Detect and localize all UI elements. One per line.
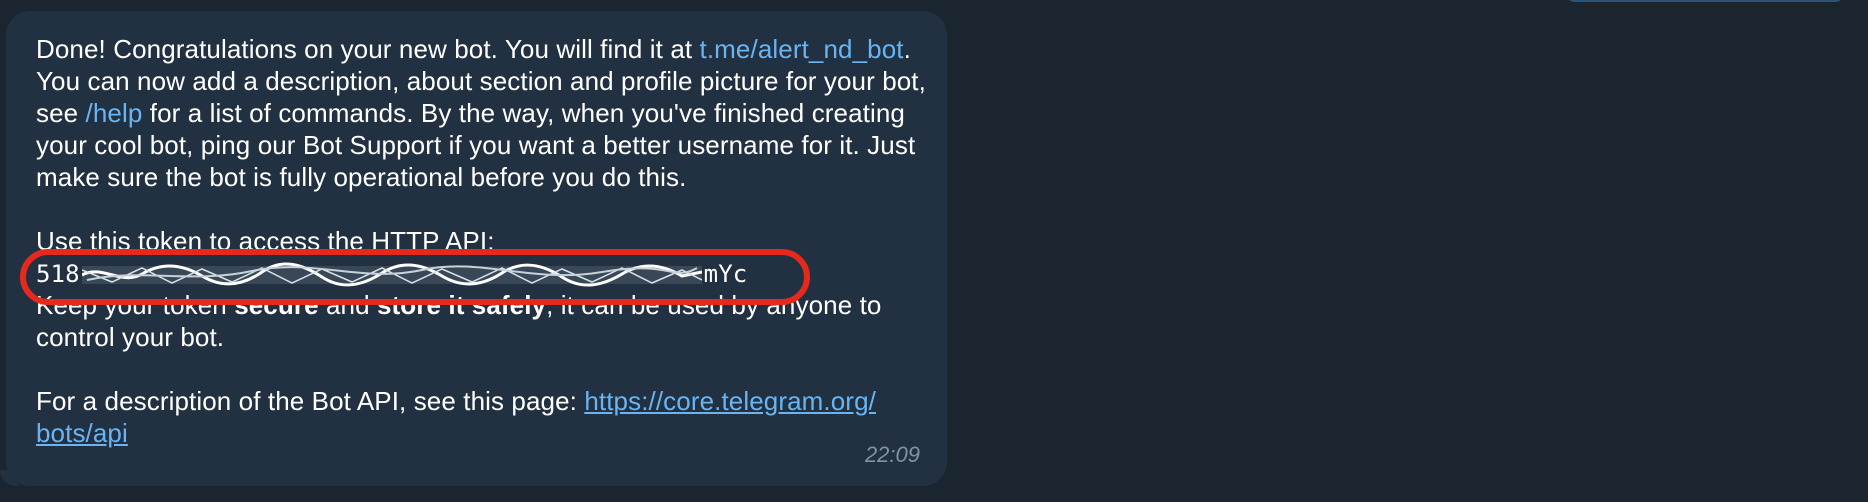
secure-text-a: Keep your token bbox=[36, 290, 235, 320]
help-command-link[interactable]: /help bbox=[86, 98, 143, 128]
scribble-redaction-icon bbox=[81, 262, 702, 287]
token-suffix: mYc bbox=[703, 260, 748, 288]
store-safely-bold: store it safely bbox=[376, 290, 547, 320]
paragraph-intro: Done! Congratulations on your new bot. Y… bbox=[36, 33, 931, 193]
secure-bold: secure bbox=[234, 290, 319, 320]
token-heading: Use this token to access the HTTP API: bbox=[36, 226, 495, 256]
secure-text-mid: and bbox=[318, 290, 377, 320]
bot-message-bubble: Done! Congratulations on your new bot. Y… bbox=[6, 11, 947, 486]
message-text: Done! Congratulations on your new bot. Y… bbox=[20, 33, 931, 449]
previous-message-bubble-edge bbox=[1565, 0, 1845, 2]
bubble-tail bbox=[0, 470, 18, 486]
intro-text-a: Done! Congratulations on your new bot. Y… bbox=[36, 34, 700, 64]
api-docs-text: For a description of the Bot API, see th… bbox=[36, 386, 585, 416]
bot-link[interactable]: t.me/​alert_nd_bot bbox=[700, 34, 904, 64]
paragraph-keep-secure: Keep your token secure and store it safe… bbox=[36, 289, 931, 353]
intro-text-c: for a list of commands. By the way, when… bbox=[36, 98, 916, 192]
token-prefix: 518 bbox=[36, 260, 80, 288]
message-timestamp: 22:09 bbox=[864, 442, 920, 467]
token-row: 518 mYc bbox=[20, 249, 931, 305]
paragraph-api-docs: For a description of the Bot API, see th… bbox=[36, 385, 931, 449]
